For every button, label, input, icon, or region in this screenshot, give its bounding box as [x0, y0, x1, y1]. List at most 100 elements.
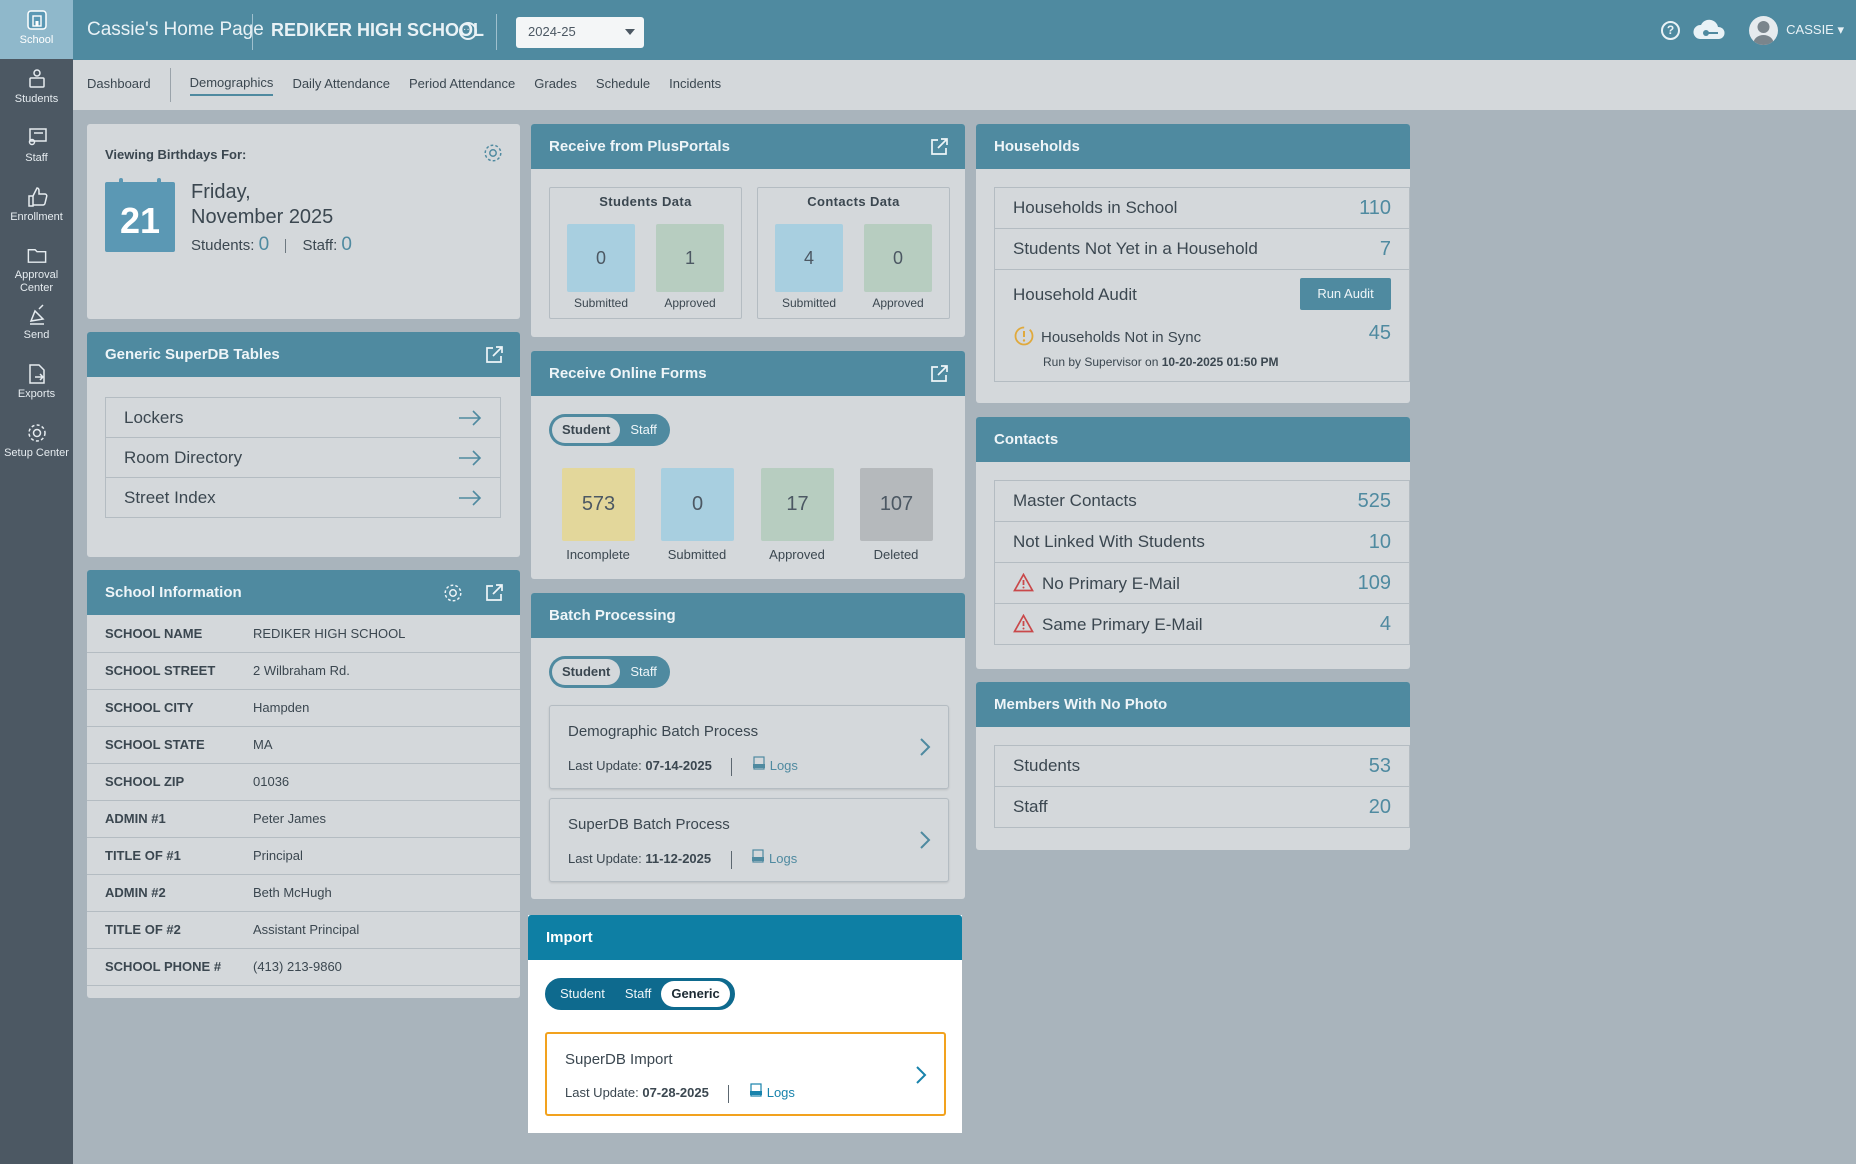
list-item[interactable]: Students Not Yet in a Household 7	[994, 228, 1410, 270]
info-key: TITLE OF #2	[87, 911, 253, 949]
more-options-icon[interactable]: ···	[459, 22, 477, 40]
divider	[730, 850, 732, 869]
incomplete-count[interactable]: 573	[562, 468, 635, 541]
logs-link[interactable]: Logs	[767, 1085, 795, 1100]
tab-daily-attendance[interactable]: Daily Attendance	[292, 76, 390, 95]
list-item[interactable]: Room Directory	[105, 437, 501, 478]
approved-count[interactable]: 17	[761, 468, 834, 541]
toggle-staff[interactable]: Staff	[615, 981, 662, 1007]
submitted-label: Submitted	[781, 296, 837, 310]
tab-period-attendance[interactable]: Period Attendance	[409, 76, 515, 95]
calendar-ring	[119, 178, 123, 188]
demographic-batch-process[interactable]: Demographic Batch Process Last Update: 0…	[549, 705, 949, 789]
students-birthday-count[interactable]: 0	[259, 234, 270, 255]
list-item[interactable]: Master Contacts 525	[994, 480, 1410, 522]
stat-value: 53	[1368, 755, 1391, 777]
process-name: SuperDB Batch Process	[568, 816, 730, 833]
staff-birthday-count[interactable]: 0	[341, 234, 352, 255]
left-nav-rail: School Students Staff Enrollment Approva…	[0, 0, 73, 1164]
card-title: Contacts	[994, 431, 1059, 448]
students-submitted-count[interactable]: 0	[567, 224, 635, 292]
tab-incidents[interactable]: Incidents	[669, 76, 721, 95]
list-item[interactable]: Same Primary E-Mail 4	[994, 603, 1410, 645]
students-approved-count[interactable]: 1	[656, 224, 724, 292]
table-row: SCHOOL STATE MA	[87, 726, 520, 764]
tab-schedule[interactable]: Schedule	[596, 76, 650, 95]
toggle-student[interactable]: Student	[552, 417, 621, 443]
nav-exports[interactable]: Exports	[0, 354, 73, 413]
household-audit: Household Audit Run Audit Households Not…	[994, 269, 1410, 382]
external-link-icon[interactable]	[484, 345, 504, 365]
folder-icon	[27, 249, 46, 263]
nav-enrollment[interactable]: Enrollment	[0, 177, 73, 236]
list-item[interactable]: No Primary E-Mail 109	[994, 562, 1410, 604]
deleted-count[interactable]: 107	[860, 468, 933, 541]
toggle-student[interactable]: Student	[552, 659, 621, 685]
cloud-key-icon[interactable]	[1692, 19, 1728, 41]
staff-count-label: Staff:	[302, 237, 338, 254]
not-in-sync-label: Households Not in Sync	[1041, 329, 1202, 346]
submitted-count[interactable]: 0	[661, 468, 734, 541]
toggle-staff[interactable]: Staff	[620, 417, 667, 443]
not-in-sync-row[interactable]: Households Not in Sync	[1013, 325, 1201, 347]
external-link-icon[interactable]	[929, 364, 949, 384]
info-key: TITLE OF #1	[87, 837, 253, 875]
nav-school[interactable]: School	[0, 0, 73, 59]
external-link-icon[interactable]	[484, 583, 504, 603]
toggle-generic[interactable]: Generic	[661, 981, 730, 1007]
gear-icon[interactable]	[482, 142, 504, 164]
list-item[interactable]: Not Linked With Students 10	[994, 521, 1410, 563]
list-item[interactable]: Staff 20	[994, 786, 1410, 828]
external-link-icon[interactable]	[929, 137, 949, 157]
table-row: TITLE OF #2 Assistant Principal	[87, 911, 520, 949]
tab-dashboard[interactable]: Dashboard	[87, 76, 151, 95]
info-value: Beth McHugh	[253, 874, 520, 912]
nav-staff[interactable]: Staff	[0, 118, 73, 177]
list-item-label: Street Index	[124, 488, 216, 507]
student-staff-toggle: Student Staff	[549, 414, 670, 446]
tab-grades[interactable]: Grades	[534, 76, 577, 95]
nav-students[interactable]: Students	[0, 59, 73, 118]
tab-demographics[interactable]: Demographics	[189, 75, 274, 96]
gear-icon[interactable]	[442, 582, 464, 604]
box-title: Contacts Data	[807, 194, 900, 209]
export-icon	[28, 364, 45, 384]
table-row: SCHOOL STREET 2 Wilbraham Rd.	[87, 652, 520, 690]
logs-link[interactable]: Logs	[769, 851, 797, 866]
stat-label: Staff	[1013, 797, 1048, 816]
card-title: Import	[546, 929, 593, 946]
nav-approval-center[interactable]: Approval Center	[0, 236, 73, 295]
stat-value: 109	[1357, 572, 1391, 594]
divider	[285, 239, 287, 254]
incomplete-label: Incomplete	[566, 547, 630, 562]
nav-setup-center[interactable]: Setup Center	[0, 413, 73, 472]
home-page-link[interactable]: Cassie's Home Page	[87, 19, 264, 41]
user-menu[interactable]: CASSIE ▾	[1786, 22, 1844, 38]
list-item[interactable]: Street Index	[105, 477, 501, 518]
list-item[interactable]: Lockers	[105, 397, 501, 438]
contacts-approved-count[interactable]: 0	[864, 224, 932, 292]
info-value: (413) 213-9860	[253, 948, 520, 986]
list-item-label: Room Directory	[124, 448, 243, 467]
school-name[interactable]: REDIKER HIGH SCHOOL	[271, 20, 484, 41]
school-year-select[interactable]: 2024-25	[516, 17, 644, 48]
card-title: Households	[994, 138, 1080, 155]
stat-value: 4	[1379, 613, 1391, 635]
superdb-import[interactable]: SuperDB Import Last Update: 07-28-2025 L…	[545, 1032, 946, 1116]
contacts-submitted-count[interactable]: 4	[775, 224, 843, 292]
logs-link[interactable]: Logs	[770, 758, 798, 773]
run-audit-button[interactable]: Run Audit	[1300, 278, 1391, 310]
card-header: Receive from PlusPortals	[531, 124, 965, 169]
help-icon[interactable]: ?	[1661, 21, 1680, 40]
top-bar: Cassie's Home Page REDIKER HIGH SCHOOL ·…	[73, 0, 1856, 60]
list-item[interactable]: Students 53	[994, 745, 1410, 787]
info-value: 01036	[253, 763, 520, 801]
list-item[interactable]: Households in School 110	[994, 187, 1410, 229]
avatar[interactable]	[1749, 16, 1778, 45]
toggle-student[interactable]: Student	[550, 981, 615, 1007]
stat-label: Students	[1013, 756, 1081, 775]
nav-label: Staff	[25, 152, 48, 164]
superdb-batch-process[interactable]: SuperDB Batch Process Last Update: 11-12…	[549, 798, 949, 882]
nav-send[interactable]: Send	[0, 295, 73, 354]
toggle-staff[interactable]: Staff	[620, 659, 667, 685]
